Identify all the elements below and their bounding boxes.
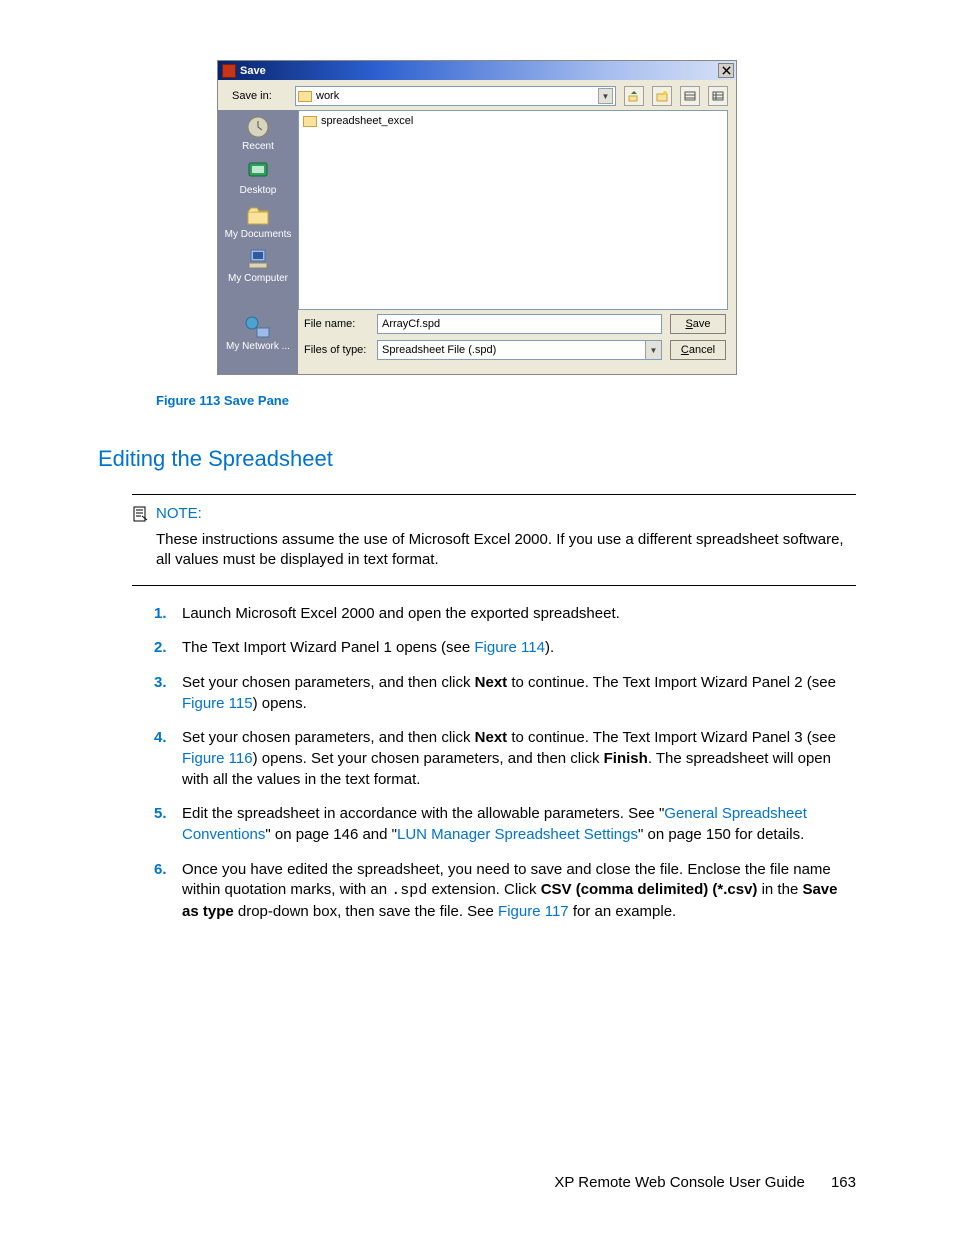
chevron-down-icon[interactable]: ▼ <box>598 88 613 104</box>
page-footer: XP Remote Web Console User Guide 163 <box>554 1174 856 1191</box>
save-in-value: work <box>316 90 339 102</box>
save-dialog: Save Save in: work ▼ Recent <box>217 60 737 375</box>
dialog-title: Save <box>240 65 266 77</box>
note-body: These instructions assume the use of Mic… <box>156 530 856 571</box>
list-view-icon[interactable] <box>680 86 700 106</box>
mycomputer-icon <box>243 246 273 272</box>
places-bar: Recent Desktop My Documents My Computer <box>218 110 298 310</box>
figure-caption: Figure 113 Save Pane <box>156 393 856 408</box>
detail-view-icon[interactable] <box>708 86 728 106</box>
file-name-label: File name: <box>304 318 369 330</box>
step-4: Set your chosen parameters, and then cli… <box>154 728 856 790</box>
place-desktop[interactable]: Desktop <box>240 156 277 198</box>
new-folder-icon[interactable] <box>652 86 672 106</box>
save-button[interactable]: Save <box>670 314 726 334</box>
titlebar: Save <box>218 61 736 80</box>
save-in-row: Save in: work ▼ <box>218 80 736 110</box>
save-in-select[interactable]: work ▼ <box>295 86 616 106</box>
file-name-input[interactable]: ArrayCf.spd <box>377 314 662 334</box>
place-recent[interactable]: Recent <box>242 112 274 154</box>
close-button[interactable] <box>718 63 734 78</box>
note-block: NOTE: These instructions assume the use … <box>132 494 856 586</box>
link-lun-settings[interactable]: LUN Manager Spreadsheet Settings <box>397 826 638 843</box>
note-title: NOTE: <box>156 505 202 522</box>
footer-title: XP Remote Web Console User Guide <box>554 1174 804 1191</box>
mydocuments-icon <box>243 202 273 228</box>
file-list-item-label: spreadsheet_excel <box>321 115 413 127</box>
link-figure-117[interactable]: Figure 117 <box>498 903 569 920</box>
up-one-level-icon[interactable] <box>624 86 644 106</box>
place-mycomputer[interactable]: My Computer <box>228 244 288 286</box>
cancel-button[interactable]: Cancel <box>670 340 726 360</box>
step-1: Launch Microsoft Excel 2000 and open the… <box>154 604 856 625</box>
app-icon <box>222 64 236 78</box>
recent-icon <box>243 114 273 140</box>
link-figure-115[interactable]: Figure 115 <box>182 695 253 712</box>
place-mydocuments[interactable]: My Documents <box>225 200 292 242</box>
page-number: 163 <box>831 1174 856 1191</box>
step-3: Set your chosen parameters, and then cli… <box>154 673 856 714</box>
file-list[interactable]: spreadsheet_excel <box>298 110 728 310</box>
step-5: Edit the spreadsheet in accordance with … <box>154 804 856 845</box>
link-figure-114[interactable]: Figure 114 <box>474 639 545 656</box>
steps-list: Launch Microsoft Excel 2000 and open the… <box>154 604 856 923</box>
save-in-label: Save in: <box>232 90 287 102</box>
file-type-label: Files of type: <box>304 344 369 356</box>
note-icon <box>132 506 148 522</box>
file-type-select[interactable]: Spreadsheet File (.spd) ▼ <box>377 340 662 360</box>
network-icon <box>243 314 273 340</box>
folder-icon <box>298 91 312 102</box>
place-mynetwork[interactable]: My Network ... <box>226 312 290 354</box>
chevron-down-icon[interactable]: ▼ <box>645 341 661 359</box>
desktop-icon <box>243 158 273 184</box>
step-2: The Text Import Wizard Panel 1 opens (se… <box>154 638 856 659</box>
link-figure-116[interactable]: Figure 116 <box>182 750 253 767</box>
folder-icon <box>303 116 317 127</box>
step-6: Once you have edited the spreadsheet, yo… <box>154 860 856 923</box>
section-heading: Editing the Spreadsheet <box>98 446 856 472</box>
file-list-item[interactable]: spreadsheet_excel <box>303 115 723 127</box>
